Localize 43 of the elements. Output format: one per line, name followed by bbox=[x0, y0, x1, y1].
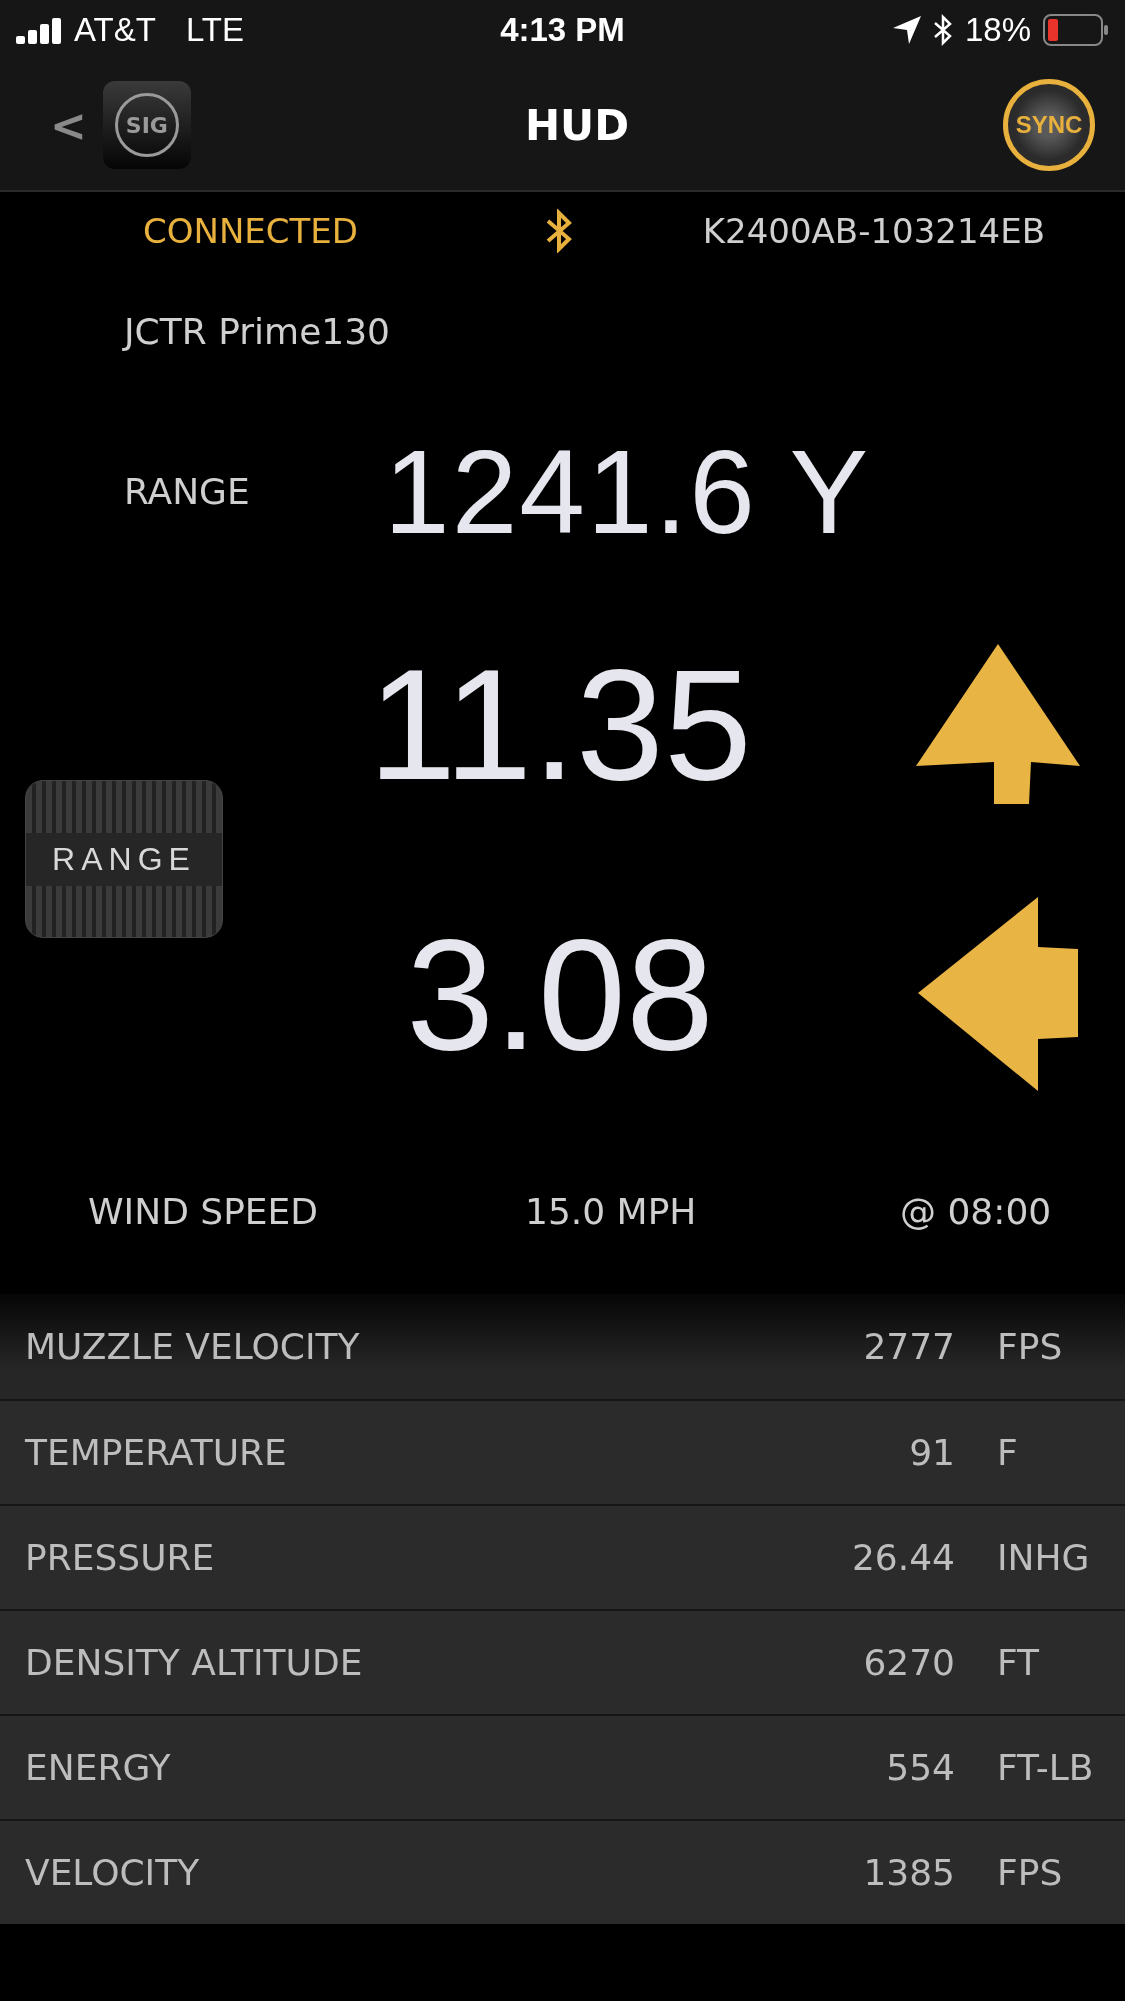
page-title: HUD bbox=[523, 100, 630, 150]
reading-label: ENERGY bbox=[25, 1747, 171, 1788]
range-button[interactable]: RANGE bbox=[25, 780, 223, 938]
correction-value: 3.08 bbox=[406, 904, 714, 1084]
connection-status: CONNECTED bbox=[143, 210, 360, 251]
bluetooth-icon bbox=[545, 208, 573, 253]
range-label: RANGE bbox=[123, 471, 251, 512]
clock-text: 4:13 PM bbox=[500, 11, 625, 48]
device-serial: K2400AB-103214EB bbox=[702, 210, 1045, 251]
profile-name: JCTR Prime130 bbox=[124, 311, 390, 352]
reading-label: VELOCITY bbox=[25, 1852, 200, 1893]
reading-unit: FT bbox=[997, 1642, 1040, 1683]
reading-unit: FT-LB bbox=[997, 1747, 1094, 1788]
wind-direction: @ 08:00 bbox=[900, 1191, 1052, 1232]
arrow-left-icon bbox=[917, 897, 1078, 1091]
reading-label: DENSITY ALTITUDE bbox=[25, 1642, 363, 1683]
reading-label: TEMPERATURE bbox=[25, 1432, 287, 1473]
reading-value: 6270 bbox=[862, 1642, 955, 1683]
reading-label: MUZZLE VELOCITY bbox=[25, 1326, 360, 1367]
reading-unit: FPS bbox=[997, 1852, 1063, 1893]
signal-icon bbox=[16, 16, 64, 44]
sync-button[interactable]: SYNC bbox=[1003, 79, 1095, 171]
carrier-text: AT&T bbox=[74, 11, 156, 49]
wind-label: WIND SPEED bbox=[88, 1191, 319, 1232]
network-text: LTE bbox=[185, 11, 244, 49]
battery-percent: 18% bbox=[964, 11, 1031, 49]
reading-value: 2777 bbox=[862, 1326, 955, 1367]
reading-unit: F bbox=[997, 1432, 1018, 1473]
reading-value: 1385 bbox=[862, 1852, 955, 1893]
location-icon bbox=[892, 16, 921, 44]
correction-value: 11.35 bbox=[368, 634, 752, 814]
reading-label: PRESSURE bbox=[25, 1537, 215, 1578]
bluetooth-icon bbox=[932, 14, 953, 46]
battery-icon bbox=[1043, 14, 1109, 46]
back-button[interactable]: < bbox=[50, 99, 87, 151]
range-value: 1241.6 Y bbox=[384, 424, 871, 560]
reading-unit: INHG bbox=[997, 1537, 1090, 1578]
reading-value: 554 bbox=[885, 1747, 955, 1788]
reading-value: 26.44 bbox=[850, 1537, 955, 1578]
logo: SIG bbox=[102, 81, 191, 169]
reading-unit: FPS bbox=[997, 1326, 1063, 1367]
wind-speed: 15.0 MPH bbox=[525, 1191, 697, 1232]
reading-value: 91 bbox=[908, 1432, 955, 1473]
